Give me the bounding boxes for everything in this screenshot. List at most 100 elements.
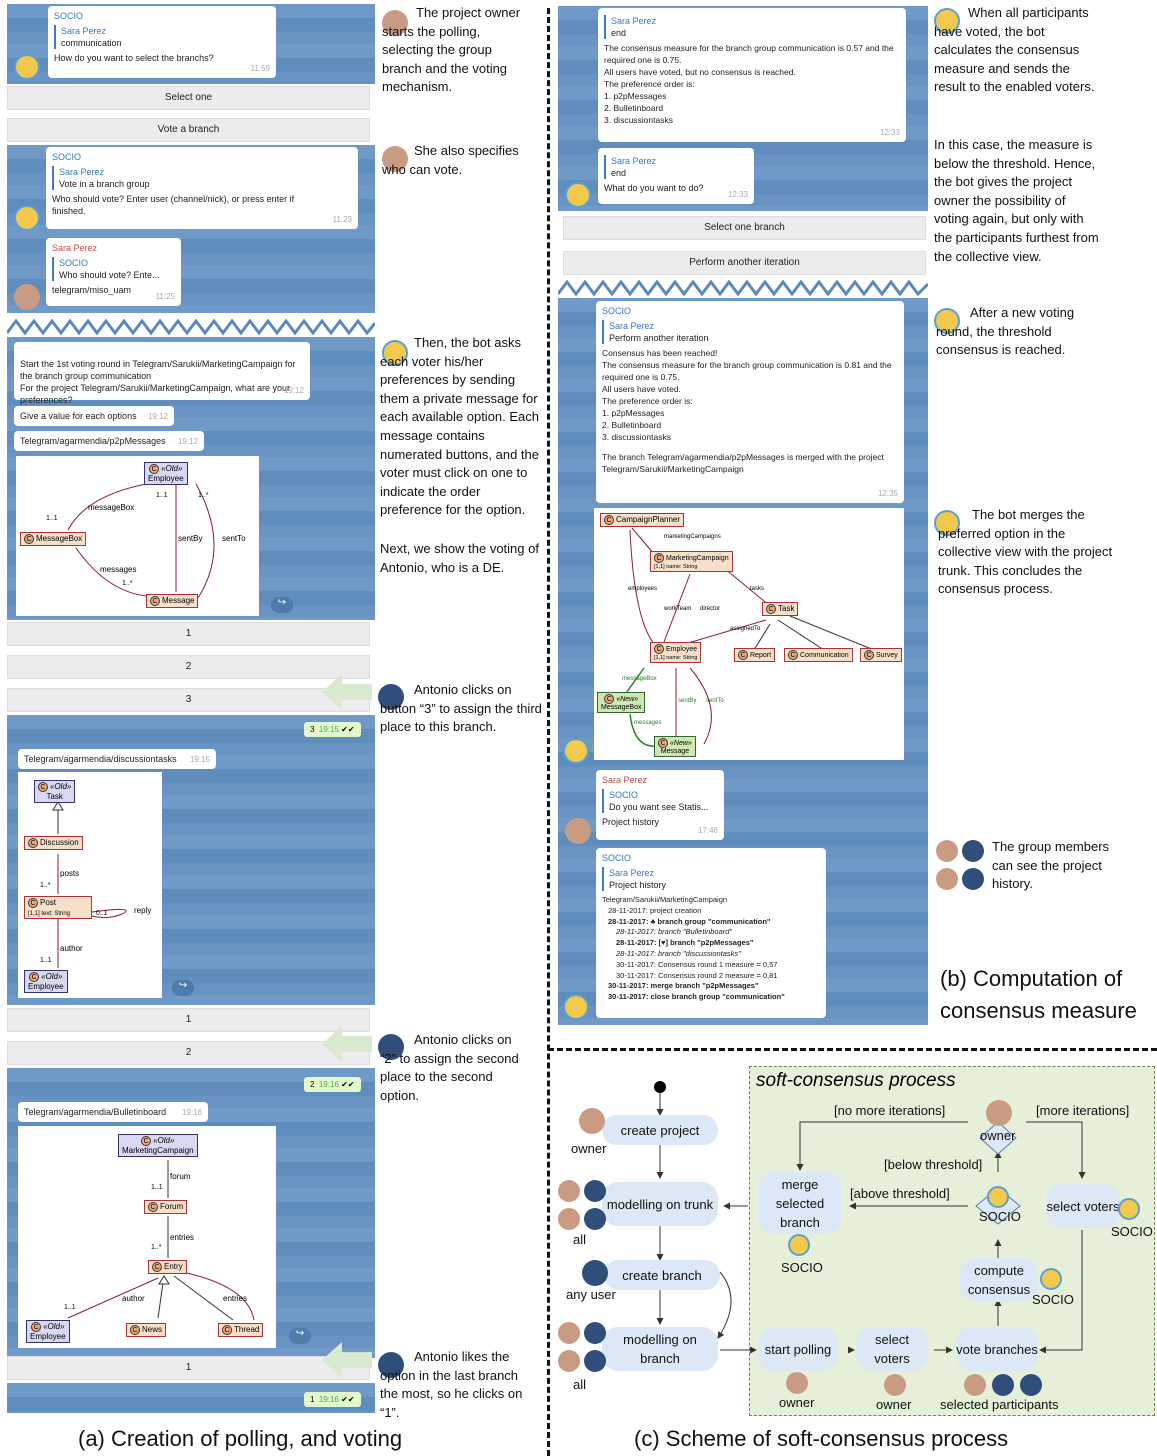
keyboard-button-another-iteration[interactable]: Perform another iteration [563,251,926,275]
history-line: 28-11-2017: branch "discussiontasks" [616,948,741,958]
message-line: 2. Bulletinboard [602,420,662,430]
role-label: owner [571,1141,607,1156]
uml-class-post: C Post [1,1] text: String [24,896,92,919]
bot-avatar [565,182,591,208]
uml-label: 1..1 [151,1184,163,1191]
role-label: selected participants [940,1397,1059,1412]
quote-text: Perform another iteration [609,333,709,343]
uml-class-survey: C Survey [860,648,902,662]
uml-label: posts [60,869,80,878]
message-bubble: SOCIO Sara Perez Vote in a branch group W… [46,147,358,229]
forward-icon[interactable]: ↪ [172,980,194,996]
uml-class-message: C «New» Message [654,736,696,757]
uml-label: forum [170,1172,191,1181]
node-start-polling: start polling [758,1327,838,1371]
message-bubble: Give a value for each options 19:12 [14,406,174,426]
message-bubble: SOCIO Sara Perez Project history Telegram… [596,848,826,1018]
uml-label: workTeam [664,606,692,612]
message-text: Telegram/agarmendia/p2pMessages [20,436,166,446]
uml-class-marketingcampaign: C MarketingCampaign [1,1] name: String [650,551,733,572]
node-select-voters-2: select voters [1046,1184,1120,1228]
quote-text: Do you want see Statis... [609,802,709,812]
timestamp: 11:59 [250,64,270,73]
uml-label: 1..1 [40,957,52,964]
uml-label: 1..1 [64,1304,76,1311]
keyboard-button-select-one[interactable]: Select one [7,86,370,110]
quote-name: Sara Perez [609,321,655,331]
timestamp: 11:25 [155,292,175,301]
timestamp: 19:15 [189,755,210,764]
uml-class-communication: C Communication [784,648,853,662]
uml-class-message: C Message [146,594,199,608]
message-line [602,443,898,451]
keyboard-button-select-branch[interactable]: Select one branch [563,216,926,240]
message-bubble: Start the 1st voting round in Telegram/S… [14,342,310,405]
history-line: 28-11-2017: [♥] branch "p2pMessages" [616,938,754,948]
timestamp: 11:23 [332,215,352,224]
message-text: What do you want to do? [604,183,704,193]
uml-class-messagebox: C «New» MessageBox [597,692,646,713]
uml-label: tasks [750,586,765,592]
zigzag-divider [7,319,375,335]
history-line: 28-11-2017: ♣ branch group "communicatio… [608,916,771,926]
sender-name: Sara Perez [52,243,98,253]
role-label: SOCIO [1111,1224,1153,1239]
history-line: Telegram/Sarukii/MarketingCampaign [602,895,728,904]
timestamp: 19:12 [177,437,198,446]
node-create-project: create project [602,1115,718,1145]
uml-label: messages [634,720,662,726]
quote-name: Sara Perez [609,868,655,878]
note-text: The project owner starts the polling, se… [382,5,521,95]
member-avatar [962,840,984,862]
uml-class-marketingcampaign: C «Old» MarketingCampaign [118,1134,198,1157]
user-avatar [565,818,591,844]
keyboard-button-vote-branch[interactable]: Vote a branch [7,118,370,142]
role-label: owner [779,1395,815,1410]
uml-label: reply [134,906,152,915]
quote-name: Sara Perez [61,26,107,36]
forward-icon[interactable]: ↪ [271,597,293,613]
member-avatar [962,868,984,890]
uml-label: 1..1 [156,492,168,499]
keyboard-button-1[interactable]: 1 [7,1008,370,1032]
message-line: The consensus measure for the branch gro… [604,43,894,65]
keyboard-button-3[interactable]: 3 [7,688,370,712]
timestamp: 12:33 [727,190,748,199]
quote-name: Sara Perez [611,16,657,26]
uml-class-employee: C «Old» Employee [26,1320,70,1343]
quote-text: Who should vote? Ente... [59,270,160,280]
uml-label: assignedTo [730,626,761,632]
history-line: 30-11-2017: merge branch "p2pMessages" [608,981,759,991]
horizontal-divider [548,1048,1157,1051]
keyboard-button-1[interactable]: 1 [7,1356,370,1380]
bot-avatar [563,994,589,1020]
role-label: SOCIO [781,1260,823,1275]
keyboard-button-1[interactable]: 1 [7,622,370,646]
message-bubble: Telegram/agarmendia/discussiontasks 19:1… [18,749,216,769]
uml-class-report: C Report [734,648,776,662]
quote-name: SOCIO [59,258,89,268]
history-line: 30-11-2017: Consensus round 2 measure = … [616,970,778,980]
guard-label: [no more iterations] [834,1103,946,1118]
keyboard-button-2[interactable]: 2 [7,1041,370,1065]
bot-avatar [563,738,589,764]
history-line: 28-11-2017: branch "Bulletinboard" [616,927,733,937]
owner-icon [579,1108,605,1134]
user-icon [582,1260,608,1286]
caption-b1: (b) Computation of [940,966,1123,991]
forward-icon[interactable]: ↪ [289,1328,311,1344]
node-modelling-branch: modelling on branch [602,1327,718,1371]
participant-icon [964,1374,986,1396]
sender-name: Sara Perez [602,775,648,785]
message-line: All users have voted. [602,384,681,394]
keyboard-button-2[interactable]: 2 [7,655,370,679]
role-label: owner [980,1128,1016,1143]
message-text: Telegram/agarmendia/Bulletinboard [24,1107,167,1117]
member-icon [558,1208,580,1230]
uml-label: messageBox [622,676,657,682]
quote-text: Vote in a branch group [59,179,150,189]
uml-label: entries [223,1294,248,1303]
timestamp: 19:12 [283,386,304,395]
uml-label: sentTo [706,698,724,704]
message-line: 2. Bulletinboard [604,103,664,113]
